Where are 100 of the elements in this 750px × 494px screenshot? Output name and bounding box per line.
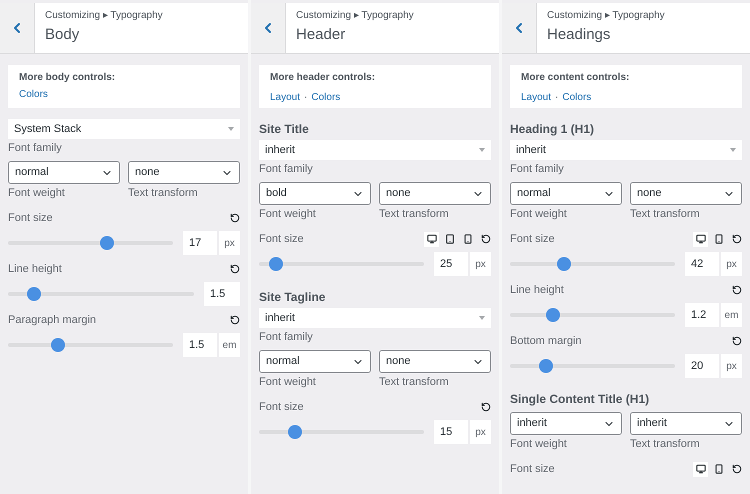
unit-label: px <box>470 420 491 444</box>
number-input[interactable]: 15 <box>434 420 468 444</box>
number-input[interactable]: 1.5 <box>183 333 217 357</box>
dropdown-select[interactable]: bold <box>259 182 371 205</box>
tablet-icon <box>444 234 454 244</box>
font-family-select[interactable]: inherit <box>259 140 491 160</box>
slider-thumb[interactable] <box>100 236 114 250</box>
number-input[interactable]: 20 <box>685 354 719 378</box>
dropdown-select[interactable]: normal <box>259 350 371 373</box>
phone-icon <box>462 234 472 244</box>
dropdown-select[interactable]: inherit <box>630 412 742 435</box>
control-label: Font weight <box>259 375 317 389</box>
section-heading: Heading 1 (H1) <box>510 122 596 136</box>
separator-dot: · <box>304 91 308 105</box>
breadcrumb: Customizing ▸ Typography <box>296 11 415 21</box>
phone-icon <box>714 464 724 474</box>
dropdown-select[interactable]: none <box>379 350 491 373</box>
card-label: More header controls: <box>270 73 376 83</box>
dropdown-select[interactable]: inherit <box>510 412 622 435</box>
number-input[interactable]: 25 <box>434 252 468 276</box>
dropdown-arrow-icon <box>730 148 736 152</box>
dropdown-select[interactable]: none <box>630 182 742 205</box>
breadcrumb: Customizing ▸ Typography <box>547 11 666 21</box>
section-title: Headings <box>547 27 612 42</box>
control-label: Text transform <box>128 186 199 200</box>
reset-icon[interactable] <box>732 234 742 244</box>
link[interactable]: Colors <box>311 92 340 102</box>
control-label: Font size <box>510 232 555 247</box>
dropdown-select[interactable]: normal <box>8 161 120 184</box>
control-label: Paragraph margin <box>8 312 96 328</box>
control-label: Text transform <box>630 437 701 451</box>
font-family-select[interactable]: System Stack <box>8 119 240 139</box>
dropdown-arrow-icon <box>228 127 234 131</box>
section-title: Body <box>45 27 80 42</box>
unit-label: px <box>721 354 742 378</box>
section-heading: Site Tagline <box>259 290 326 304</box>
control-label: Text transform <box>379 375 450 389</box>
phone-icon <box>714 234 724 244</box>
dropdown-select[interactable]: none <box>128 161 240 184</box>
number-input[interactable]: 1.5 <box>204 282 240 306</box>
control-label: Font weight <box>510 437 568 451</box>
number-input[interactable]: 42 <box>685 252 719 276</box>
separator-dot: · <box>555 91 558 105</box>
card-label: More content controls: <box>521 73 630 83</box>
unit-label: px <box>470 252 491 276</box>
control-label: Line height <box>510 282 564 298</box>
control-label: Font weight <box>510 207 568 221</box>
reset-icon[interactable] <box>230 264 240 274</box>
slider-thumb[interactable] <box>557 257 572 271</box>
monitor-icon <box>696 464 706 474</box>
control-label: Font size <box>8 210 53 226</box>
number-input[interactable]: 1.2 <box>685 303 719 327</box>
reset-icon[interactable] <box>230 213 240 223</box>
unit-label: px <box>721 252 742 276</box>
slider-thumb[interactable] <box>288 425 302 439</box>
control-label: Font family <box>510 162 565 176</box>
link[interactable]: Colors <box>19 90 48 100</box>
section-heading: Site Title <box>259 122 310 136</box>
dropdown-select[interactable]: none <box>379 182 491 205</box>
dropdown-select[interactable]: normal <box>510 182 622 205</box>
font-family-select[interactable]: inherit <box>510 140 742 160</box>
slider-thumb[interactable] <box>546 308 560 322</box>
reset-icon[interactable] <box>732 336 742 346</box>
device-toggle[interactable] <box>424 232 439 246</box>
control-label: Font weight <box>259 207 317 221</box>
link[interactable]: Layout <box>521 92 552 102</box>
control-label: Line height <box>8 262 62 277</box>
monitor-icon <box>426 234 436 244</box>
reset-icon[interactable] <box>230 315 240 325</box>
section-title: Header <box>296 27 346 42</box>
number-input[interactable]: 17 <box>183 231 217 255</box>
reset-icon[interactable] <box>481 234 491 244</box>
slider-thumb[interactable] <box>539 359 554 373</box>
control-label: Font family <box>259 162 314 176</box>
slider-thumb[interactable] <box>27 287 42 301</box>
control-label: Text transform <box>379 207 450 221</box>
device-toggle[interactable] <box>693 232 708 246</box>
link[interactable]: Layout <box>270 92 300 102</box>
unit-label: em <box>721 303 742 327</box>
monitor-icon <box>696 234 706 244</box>
control-label: Text transform <box>630 207 701 221</box>
link[interactable]: Colors <box>562 92 592 102</box>
control-label: Font family <box>8 141 63 155</box>
section-heading: Single Content Title (H1) <box>510 392 650 406</box>
reset-icon[interactable] <box>732 464 742 474</box>
control-label: Font size <box>259 400 304 415</box>
slider-thumb[interactable] <box>268 257 282 271</box>
control-label: Font family <box>259 330 314 344</box>
control-label: Font weight <box>8 186 66 200</box>
unit-label: px <box>219 231 240 255</box>
reset-icon[interactable] <box>732 285 742 295</box>
device-toggle[interactable] <box>693 462 708 476</box>
breadcrumb: Customizing ▸ Typography <box>45 11 164 21</box>
dropdown-arrow-icon <box>479 148 485 152</box>
control-label: Font size <box>510 462 555 477</box>
font-family-select[interactable]: inherit <box>259 308 491 328</box>
control-label: Bottom margin <box>510 334 582 349</box>
reset-icon[interactable] <box>481 402 491 412</box>
control-label: Font size <box>259 232 304 247</box>
slider-thumb[interactable] <box>50 338 64 352</box>
